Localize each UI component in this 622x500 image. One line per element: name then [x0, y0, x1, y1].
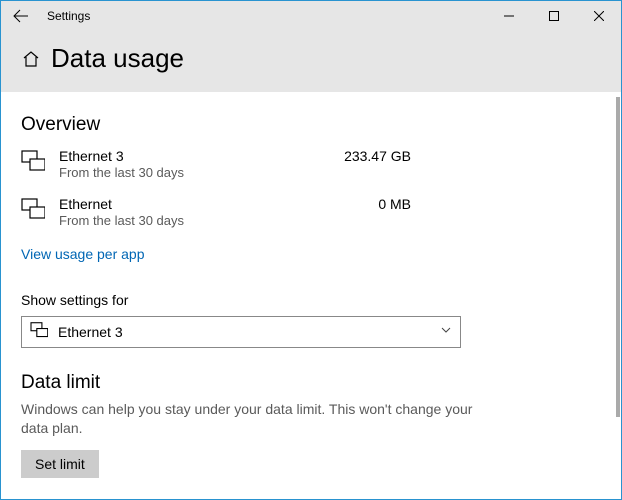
dropdown-selected: Ethernet 3 — [58, 324, 123, 340]
settings-for-label: Show settings for — [21, 292, 601, 308]
header: Data usage — [1, 31, 621, 92]
overview-heading: Overview — [21, 114, 601, 136]
ethernet-icon — [21, 150, 49, 177]
data-limit-description: Windows can help you stay under your dat… — [21, 400, 501, 438]
set-limit-button[interactable]: Set limit — [21, 450, 99, 478]
home-icon[interactable] — [21, 49, 41, 69]
window-controls — [486, 1, 621, 31]
back-button[interactable] — [1, 1, 41, 31]
network-name: Ethernet 3 — [59, 148, 184, 164]
titlebar: Settings — [1, 1, 621, 31]
network-sublabel: From the last 30 days — [59, 213, 184, 228]
network-item: Ethernet 3 From the last 30 days 233.47 … — [21, 148, 601, 180]
data-limit-heading: Data limit — [21, 372, 601, 394]
settings-for-dropdown[interactable]: Ethernet 3 — [21, 316, 461, 348]
close-icon — [594, 11, 604, 21]
page-title: Data usage — [51, 43, 184, 74]
minimize-button[interactable] — [486, 1, 531, 31]
ethernet-icon — [21, 198, 49, 225]
network-value: 0 MB — [378, 196, 411, 212]
maximize-button[interactable] — [531, 1, 576, 31]
back-arrow-icon — [13, 8, 29, 24]
network-value: 233.47 GB — [344, 148, 411, 164]
view-usage-link[interactable]: View usage per app — [21, 246, 145, 262]
network-name: Ethernet — [59, 196, 184, 212]
window-title: Settings — [47, 9, 90, 23]
close-button[interactable] — [576, 1, 621, 31]
ethernet-icon — [30, 322, 48, 343]
chevron-down-icon — [440, 323, 452, 341]
scrollbar[interactable] — [616, 97, 620, 417]
minimize-icon — [504, 11, 514, 21]
content: Overview Ethernet 3 From the last 30 day… — [1, 92, 621, 498]
network-sublabel: From the last 30 days — [59, 165, 184, 180]
maximize-icon — [549, 11, 559, 21]
network-item: Ethernet From the last 30 days 0 MB — [21, 196, 601, 228]
